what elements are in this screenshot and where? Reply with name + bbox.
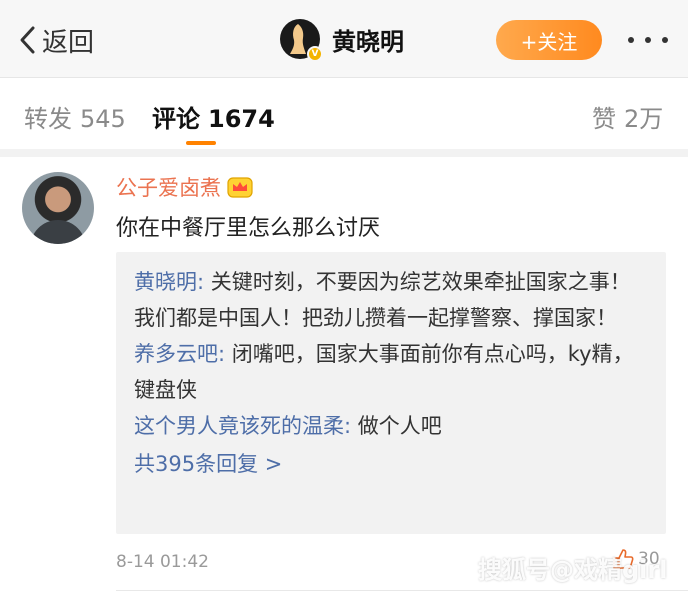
reply-thread[interactable]: 黄晓明: 关键时刻，不要因为综艺效果牵扯国家之事！我们都是中国人！把劲儿攒着一起…	[116, 252, 666, 534]
follow-button[interactable]: +关注	[496, 20, 602, 60]
reply-item: 黄晓明: 关键时刻，不要因为综艺效果牵扯国家之事！我们都是中国人！把劲儿攒着一起…	[134, 264, 648, 336]
back-chevron-icon	[20, 26, 35, 54]
watermark-text: 搜狐号@戏精girl	[478, 556, 668, 584]
reply-author[interactable]: 养多云吧:	[134, 342, 225, 366]
page-title: 黄晓明	[332, 27, 404, 56]
more-dots-icon[interactable]	[628, 26, 668, 54]
divider	[0, 149, 688, 157]
author-name[interactable]: 公子爱卤煮	[116, 172, 221, 202]
tab-bar: 转发 545 评论 1674 赞 2万	[0, 79, 688, 149]
profile-header[interactable]: V 黄晓明	[280, 18, 404, 62]
crown-badge-icon	[227, 177, 253, 198]
comment-body: 你在中餐厅里怎么那么讨厌	[116, 216, 381, 241]
reply-author[interactable]: 黄晓明:	[134, 270, 204, 294]
comment-author[interactable]: 公子爱卤煮	[116, 172, 253, 202]
active-tab-indicator	[186, 141, 216, 145]
commenter-avatar[interactable]	[22, 172, 94, 244]
tab-reposts[interactable]: 转发 545	[24, 99, 126, 134]
tab-likes[interactable]: 赞 2万	[592, 99, 663, 134]
view-all-replies-link[interactable]: 共395条回复 >	[134, 444, 648, 484]
top-navbar: 返回 V 黄晓明 +关注	[0, 0, 688, 78]
reply-item: 养多云吧: 闭嘴吧，国家大事面前你有点心吗，ky精，键盘侠	[134, 336, 648, 408]
tab-label: 转发	[24, 105, 72, 133]
avatar-figure-icon	[290, 24, 306, 54]
tab-label: 赞	[592, 105, 616, 133]
divider	[116, 590, 688, 591]
back-label: 返回	[42, 27, 95, 58]
reply-item: 这个男人竟该死的温柔: 做个人吧	[134, 408, 648, 444]
reply-author[interactable]: 这个男人竟该死的温柔:	[134, 414, 351, 438]
tab-count: 2万	[624, 105, 664, 133]
reply-text: 关键时刻，不要因为综艺效果牵扯国家之事！我们都是中国人！把劲儿攒着一起撑警察、撑…	[134, 270, 631, 330]
tab-count: 545	[80, 105, 126, 133]
reply-text: 做个人吧	[351, 414, 442, 438]
tab-label: 评论	[152, 105, 200, 133]
tab-count: 1674	[208, 105, 275, 133]
back-button[interactable]: 返回	[18, 22, 94, 58]
comment-timestamp: 8-14 01:42	[116, 552, 209, 572]
verified-badge-icon: V	[307, 46, 323, 62]
avatar[interactable]: V	[280, 19, 323, 62]
tab-comments[interactable]: 评论 1674	[152, 99, 275, 134]
